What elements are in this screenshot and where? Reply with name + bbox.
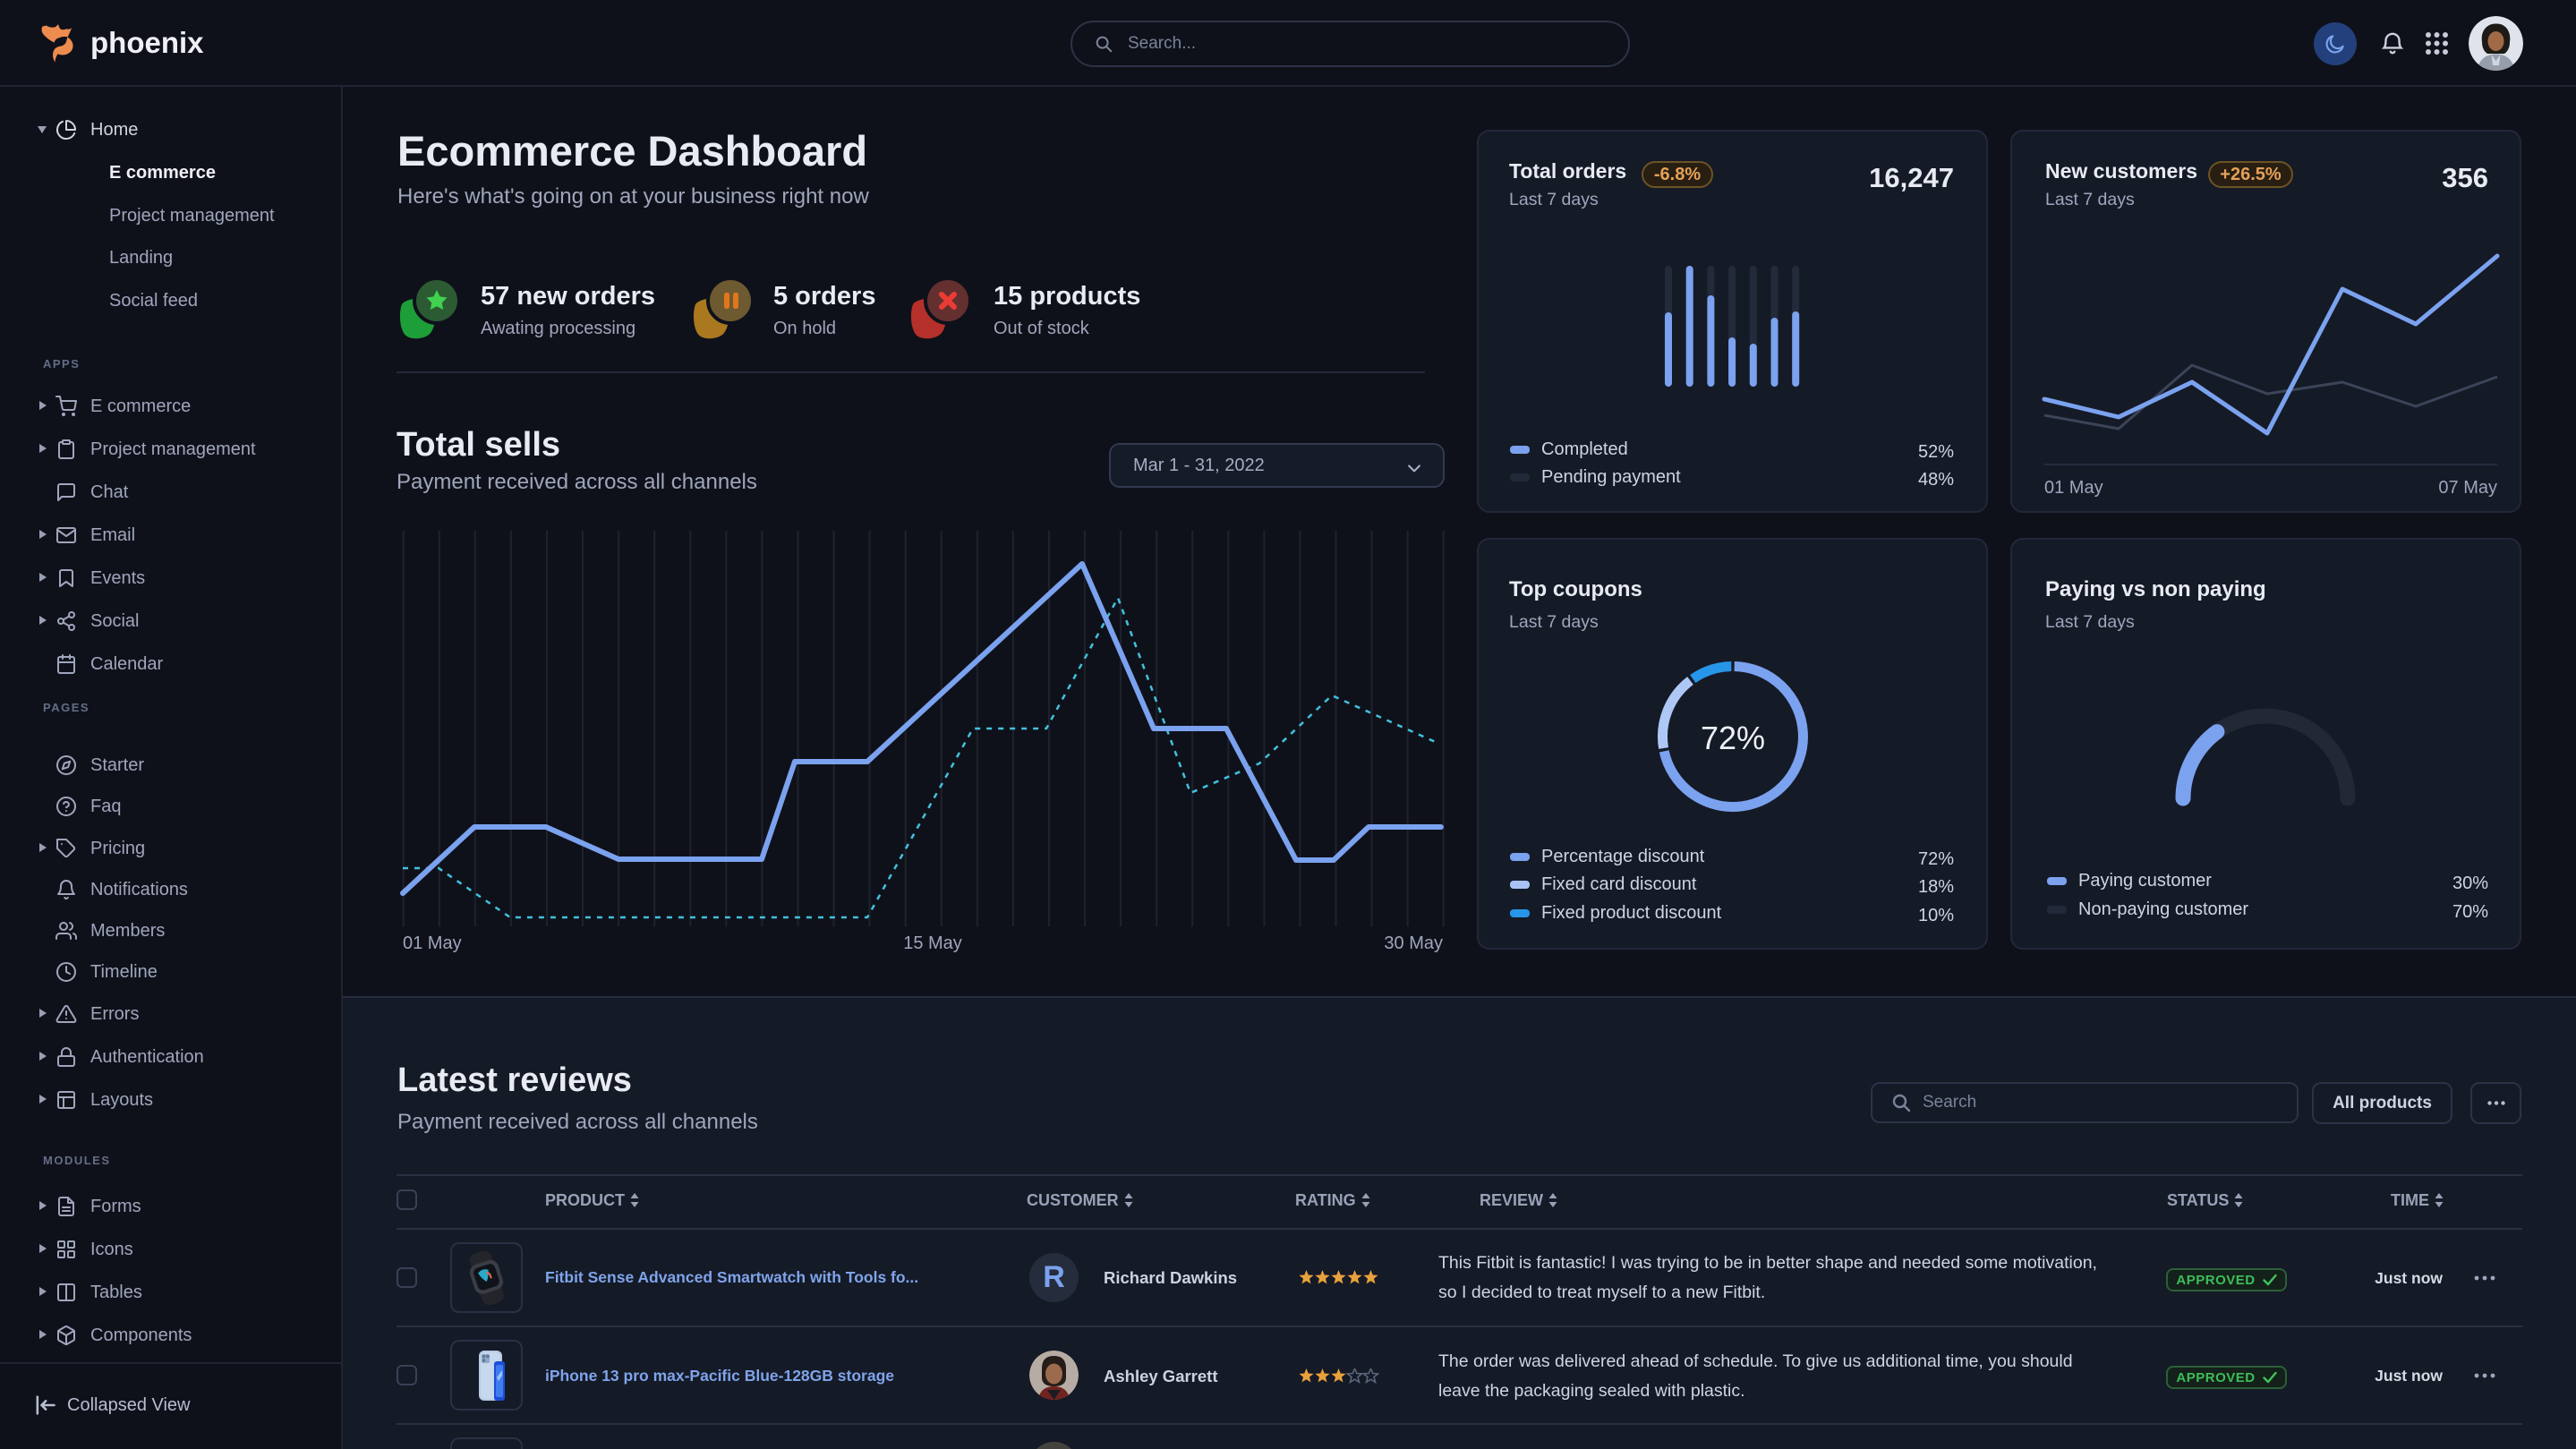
svg-text:15 May: 15 May (903, 933, 962, 953)
svg-text:30 May: 30 May (1384, 933, 1443, 953)
svg-text:01 May: 01 May (403, 933, 462, 953)
